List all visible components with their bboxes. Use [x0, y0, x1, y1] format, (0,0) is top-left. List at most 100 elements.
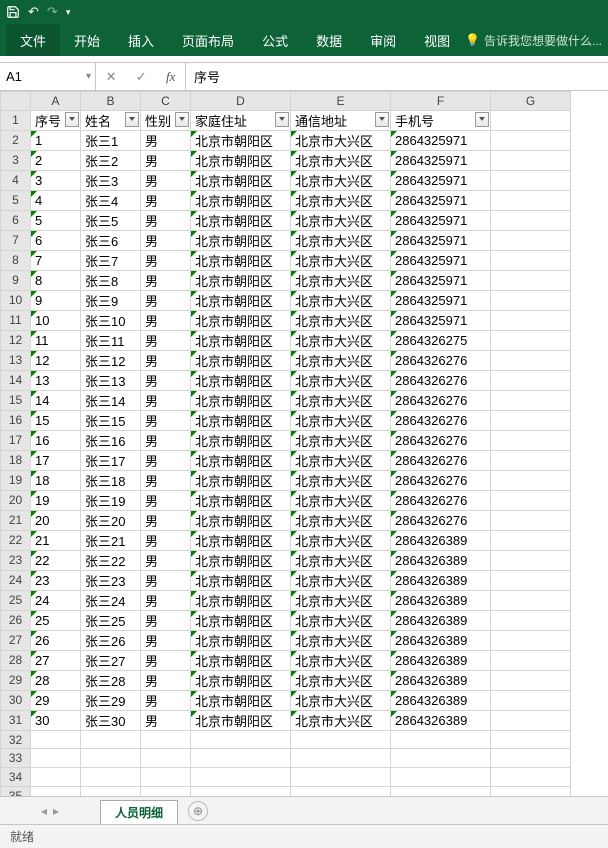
cell-G23[interactable]: [491, 550, 571, 570]
cell-G14[interactable]: [491, 370, 571, 390]
cell-A29[interactable]: 28: [31, 670, 81, 690]
cell-B21[interactable]: 张三20: [81, 510, 141, 530]
cell-F3[interactable]: 2864325971: [391, 150, 491, 170]
cell-D12[interactable]: 北京市朝阳区: [191, 330, 291, 350]
cell-A14[interactable]: 13: [31, 370, 81, 390]
cell-G31[interactable]: [491, 710, 571, 730]
cell-D10[interactable]: 北京市朝阳区: [191, 290, 291, 310]
cell-A12[interactable]: 11: [31, 330, 81, 350]
cell-F13[interactable]: 2864326276: [391, 350, 491, 370]
cell-E25[interactable]: 北京市大兴区: [291, 590, 391, 610]
cell-C7[interactable]: 男: [141, 230, 191, 250]
tell-me-search[interactable]: 💡 告诉我您想要做什么...: [465, 32, 602, 49]
header-cell-5[interactable]: 手机号: [391, 110, 491, 130]
cell-A33[interactable]: [31, 749, 81, 768]
row-header-15[interactable]: 15: [1, 390, 31, 410]
row-header-33[interactable]: 33: [1, 749, 31, 768]
header-cell-0[interactable]: 序号: [31, 110, 81, 130]
cell-B22[interactable]: 张三21: [81, 530, 141, 550]
header-cell-2[interactable]: 性别: [141, 110, 191, 130]
cell-F25[interactable]: 2864326389: [391, 590, 491, 610]
cell-E23[interactable]: 北京市大兴区: [291, 550, 391, 570]
cell-D25[interactable]: 北京市朝阳区: [191, 590, 291, 610]
cell-A13[interactable]: 12: [31, 350, 81, 370]
cell-E17[interactable]: 北京市大兴区: [291, 430, 391, 450]
row-header-34[interactable]: 34: [1, 768, 31, 787]
cell-D18[interactable]: 北京市朝阳区: [191, 450, 291, 470]
cell-B32[interactable]: [81, 730, 141, 749]
row-header-26[interactable]: 26: [1, 610, 31, 630]
cell-B30[interactable]: 张三29: [81, 690, 141, 710]
tab-1[interactable]: 插入: [114, 24, 168, 56]
cell-D22[interactable]: 北京市朝阳区: [191, 530, 291, 550]
row-header-2[interactable]: 2: [1, 130, 31, 150]
cell-C3[interactable]: 男: [141, 150, 191, 170]
row-header-14[interactable]: 14: [1, 370, 31, 390]
cell-D3[interactable]: 北京市朝阳区: [191, 150, 291, 170]
cell-C20[interactable]: 男: [141, 490, 191, 510]
row-header-10[interactable]: 10: [1, 290, 31, 310]
cell-D32[interactable]: [191, 730, 291, 749]
row-header-7[interactable]: 7: [1, 230, 31, 250]
formula-input[interactable]: [186, 63, 608, 90]
cell-F7[interactable]: 2864325971: [391, 230, 491, 250]
cell-F21[interactable]: 2864326276: [391, 510, 491, 530]
cell-A24[interactable]: 23: [31, 570, 81, 590]
row-header-1[interactable]: 1: [1, 110, 31, 130]
cell-B2[interactable]: 张三1: [81, 130, 141, 150]
cell-B16[interactable]: 张三15: [81, 410, 141, 430]
cell-A27[interactable]: 26: [31, 630, 81, 650]
cell-D26[interactable]: 北京市朝阳区: [191, 610, 291, 630]
cell-F12[interactable]: 2864326275: [391, 330, 491, 350]
cell-F19[interactable]: 2864326276: [391, 470, 491, 490]
cell-D21[interactable]: 北京市朝阳区: [191, 510, 291, 530]
name-box[interactable]: ▾: [0, 63, 96, 90]
new-sheet-button[interactable]: ⊕: [188, 801, 208, 821]
row-header-5[interactable]: 5: [1, 190, 31, 210]
row-header-13[interactable]: 13: [1, 350, 31, 370]
sheet-nav[interactable]: ◂ ▸: [0, 804, 100, 818]
cell-A15[interactable]: 14: [31, 390, 81, 410]
cell-G16[interactable]: [491, 410, 571, 430]
cell-B33[interactable]: [81, 749, 141, 768]
cell-C24[interactable]: 男: [141, 570, 191, 590]
cell-B11[interactable]: 张三10: [81, 310, 141, 330]
cell-G17[interactable]: [491, 430, 571, 450]
cell-D9[interactable]: 北京市朝阳区: [191, 270, 291, 290]
cell-F4[interactable]: 2864325971: [391, 170, 491, 190]
cell-G9[interactable]: [491, 270, 571, 290]
cell-G27[interactable]: [491, 630, 571, 650]
cell-G6[interactable]: [491, 210, 571, 230]
cell-E8[interactable]: 北京市大兴区: [291, 250, 391, 270]
col-header-G[interactable]: G: [491, 92, 571, 111]
cell-B14[interactable]: 张三13: [81, 370, 141, 390]
cell-G8[interactable]: [491, 250, 571, 270]
cell-B15[interactable]: 张三14: [81, 390, 141, 410]
cell-E4[interactable]: 北京市大兴区: [291, 170, 391, 190]
cell-G13[interactable]: [491, 350, 571, 370]
cell-E35[interactable]: [291, 786, 391, 796]
cell-E31[interactable]: 北京市大兴区: [291, 710, 391, 730]
cell-G3[interactable]: [491, 150, 571, 170]
tab-file[interactable]: 文件: [6, 24, 60, 56]
row-header-29[interactable]: 29: [1, 670, 31, 690]
cell-C18[interactable]: 男: [141, 450, 191, 470]
cell-C28[interactable]: 男: [141, 650, 191, 670]
cell-B20[interactable]: 张三19: [81, 490, 141, 510]
cell-A7[interactable]: 6: [31, 230, 81, 250]
cell-D20[interactable]: 北京市朝阳区: [191, 490, 291, 510]
cell-A19[interactable]: 18: [31, 470, 81, 490]
cell-A32[interactable]: [31, 730, 81, 749]
cell-G22[interactable]: [491, 530, 571, 550]
filter-button-3[interactable]: [275, 112, 289, 127]
cell-A31[interactable]: 30: [31, 710, 81, 730]
cell-F24[interactable]: 2864326389: [391, 570, 491, 590]
cell-A8[interactable]: 7: [31, 250, 81, 270]
cell-E12[interactable]: 北京市大兴区: [291, 330, 391, 350]
cell-F28[interactable]: 2864326389: [391, 650, 491, 670]
cell-F34[interactable]: [391, 768, 491, 787]
row-header-9[interactable]: 9: [1, 270, 31, 290]
header-cell-3[interactable]: 家庭住址: [191, 110, 291, 130]
cell-D28[interactable]: 北京市朝阳区: [191, 650, 291, 670]
row-header-8[interactable]: 8: [1, 250, 31, 270]
